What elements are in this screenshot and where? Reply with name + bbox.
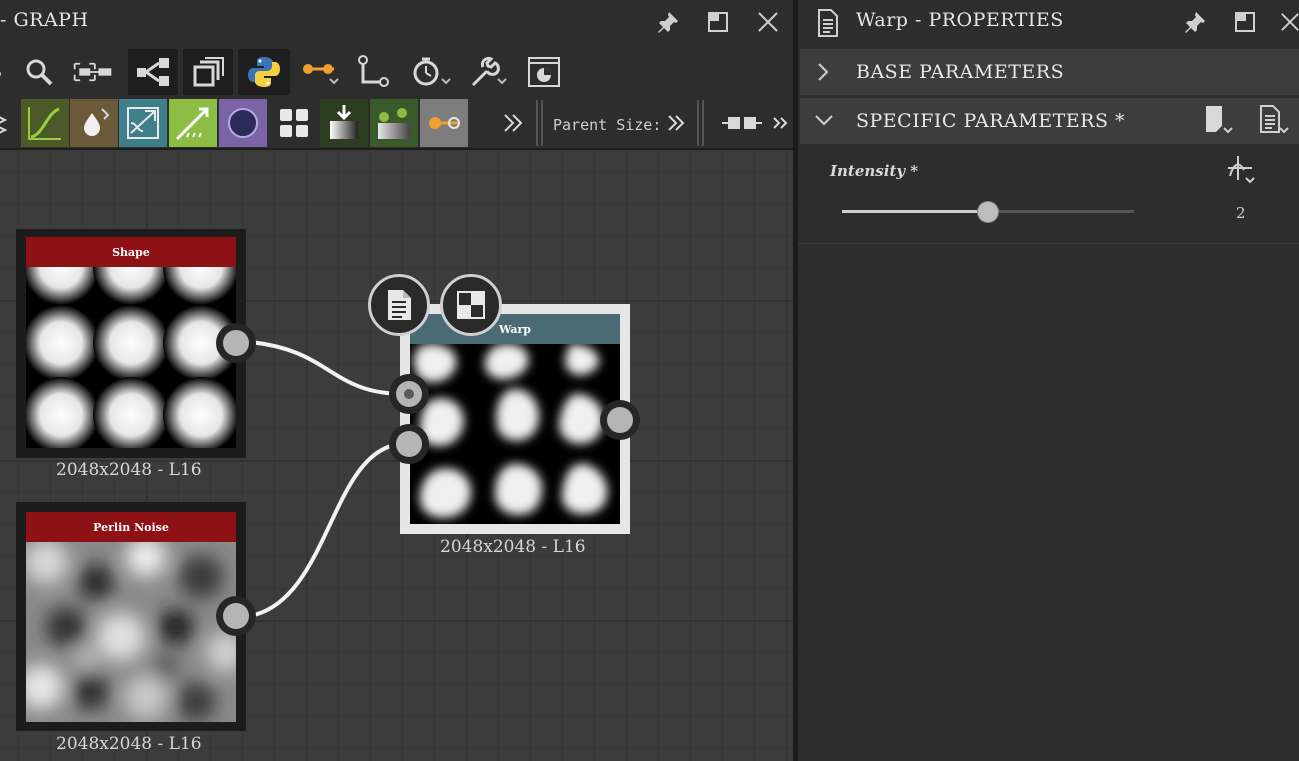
node-perlin-noise[interactable]: Perlin Noise <box>16 502 246 731</box>
node-thumbnail <box>26 542 236 722</box>
function-graph-icon[interactable] <box>1226 154 1260 190</box>
properties-panel: Warp - PROPERTIES BASE PARAMETERS SPECIF… <box>798 0 1299 761</box>
close-icon[interactable] <box>1280 5 1299 39</box>
properties-titlebar: Warp - PROPERTIES <box>798 0 1299 46</box>
intensity-slider-handle[interactable] <box>977 201 999 223</box>
section-label: SPECIFIC PARAMETERS * <box>856 110 1125 132</box>
graph-panel: - GRAPH Parent Size: Shape 2048x2048 - L… <box>0 0 793 761</box>
intensity-slider-fill <box>842 210 988 213</box>
wire-noise-to-warp <box>249 442 401 618</box>
document-options-icon[interactable] <box>1258 104 1292 142</box>
maximize-icon[interactable] <box>1228 5 1262 39</box>
intensity-value[interactable]: 2 <box>1236 204 1246 222</box>
wire-shape-to-warp <box>249 340 401 396</box>
properties-title: Warp - PROPERTIES <box>856 9 1064 31</box>
section-specific-parameters[interactable]: SPECIFIC PARAMETERS * <box>800 98 1299 144</box>
node-warp[interactable]: Warp <box>400 304 630 534</box>
node-caption: 2048x2048 - L16 <box>56 460 202 480</box>
node-title: Warp <box>410 314 620 344</box>
section-base-parameters[interactable]: BASE PARAMETERS <box>800 49 1299 95</box>
output-port[interactable] <box>216 323 256 363</box>
node-thumbnail <box>26 267 236 448</box>
parameter-label: Intensity * <box>830 162 919 180</box>
document-badge-icon[interactable] <box>368 274 430 336</box>
chevron-down-icon <box>815 115 833 126</box>
parameter-row-intensity: Intensity * <box>798 146 1299 244</box>
node-thumbnail <box>410 344 620 524</box>
pin-icon[interactable] <box>1178 5 1212 39</box>
node-title: Shape <box>26 237 236 267</box>
input-port[interactable] <box>389 424 429 464</box>
node-title: Perlin Noise <box>26 512 236 542</box>
node-caption: 2048x2048 - L16 <box>56 734 202 754</box>
input-port[interactable] <box>389 374 429 414</box>
output-port[interactable] <box>216 596 256 636</box>
chevron-right-icon <box>818 63 829 81</box>
output-port[interactable] <box>600 400 640 440</box>
node-shape[interactable]: Shape <box>16 229 246 458</box>
node-caption: 2048x2048 - L16 <box>440 537 586 557</box>
checker-badge-icon[interactable] <box>440 274 502 336</box>
document-icon <box>816 8 840 42</box>
preset-icon[interactable] <box>1204 104 1236 142</box>
section-label: BASE PARAMETERS <box>856 61 1065 83</box>
